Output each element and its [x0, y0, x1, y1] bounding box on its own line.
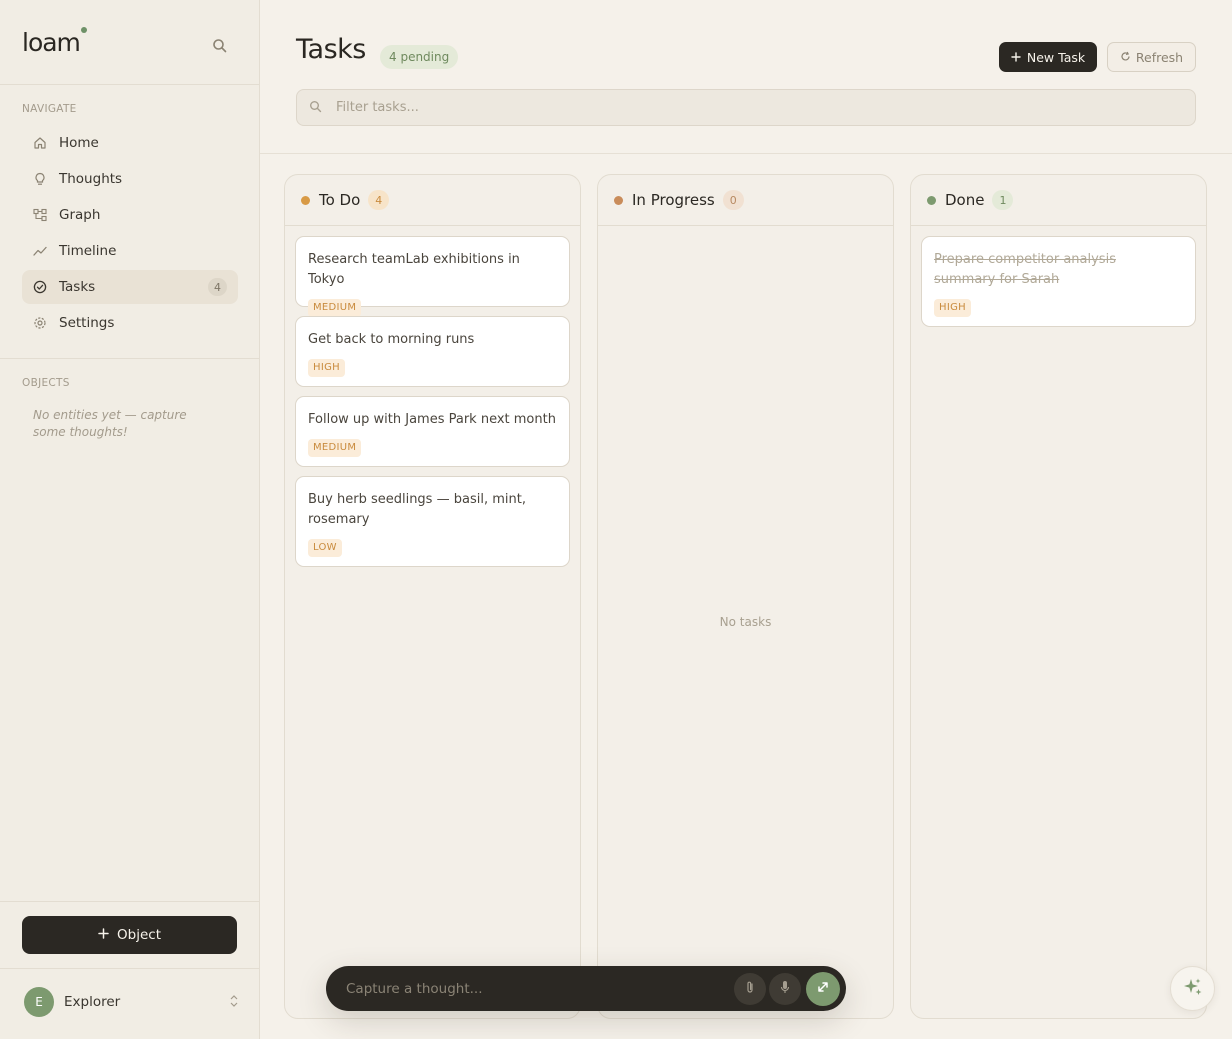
page-title: Tasks	[296, 34, 366, 65]
sidebar-divider	[0, 358, 259, 359]
user-menu[interactable]: E Explorer	[24, 987, 239, 1017]
sidebar-item-timeline[interactable]: Timeline	[22, 234, 238, 268]
sparkles-icon	[1182, 976, 1204, 1002]
lightbulb-icon	[33, 172, 47, 186]
sidebar-item-label: Tasks	[59, 279, 96, 295]
sidebar-item-thoughts[interactable]: Thoughts	[22, 162, 238, 196]
sidebar-divider	[0, 84, 259, 85]
column-count-badge: 0	[722, 190, 744, 210]
check-circle-icon	[33, 280, 47, 294]
paperclip-icon	[744, 979, 756, 998]
filter-tasks-input[interactable]	[336, 100, 1156, 115]
ai-assistant-button[interactable]	[1170, 966, 1215, 1011]
plus-icon	[1011, 50, 1021, 65]
priority-badge: HIGH	[308, 359, 345, 377]
brand-name: loam	[22, 28, 81, 57]
attach-button[interactable]	[734, 972, 766, 1005]
new-task-label: New Task	[1026, 49, 1086, 65]
task-card[interactable]: Get back to morning runs HIGH	[295, 316, 570, 387]
task-card[interactable]: Buy herb seedlings — basil, mint, rosema…	[295, 476, 570, 567]
microphone-icon	[779, 979, 791, 998]
column-count-badge: 4	[368, 190, 390, 210]
sidebar-item-label: Graph	[59, 207, 101, 223]
sidebar-divider	[0, 968, 259, 969]
task-text: Buy herb seedlings — basil, mint, rosema…	[308, 492, 526, 527]
sidebar-item-label: Home	[59, 135, 99, 151]
pending-badge: 4 pending	[380, 45, 459, 69]
column-in-progress: In Progress 0 No tasks	[597, 174, 894, 1019]
sidebar-divider	[0, 901, 259, 902]
refresh-label: Refresh	[1135, 49, 1184, 65]
sidebar-item-label: Timeline	[59, 243, 117, 259]
sidebar-item-settings[interactable]: Settings	[22, 306, 238, 340]
priority-badge: LOW	[308, 539, 342, 557]
gear-icon	[33, 316, 47, 330]
capture-bar	[326, 966, 846, 1011]
sidebar-item-home[interactable]: Home	[22, 126, 238, 160]
sidebar-item-label: Thoughts	[59, 171, 123, 187]
column-header: In Progress 0	[598, 175, 893, 226]
new-task-button[interactable]: New Task	[999, 42, 1097, 72]
chevron-up-down-icon	[229, 993, 239, 1012]
brand-logo[interactable]: loam	[22, 27, 87, 58]
task-text: Get back to morning runs	[308, 332, 475, 347]
plus-icon	[98, 927, 109, 943]
expand-button[interactable]	[806, 971, 840, 1006]
navigate-heading: NAVIGATE	[22, 103, 77, 115]
task-card[interactable]: Research teamLab exhibitions in Tokyo ME…	[295, 236, 570, 317]
graph-icon	[33, 208, 47, 222]
empty-column-message: No tasks	[719, 615, 772, 629]
column-header: To Do 4	[285, 175, 580, 226]
user-name: Explorer	[64, 994, 121, 1010]
filter-bar	[296, 89, 1196, 126]
sidebar-nav: Home Thoughts Graph Timeline Tasks 4 Set…	[22, 126, 238, 342]
sidebar: loam NAVIGATE Home Thoughts Graph Timeli…	[0, 0, 260, 1039]
avatar: E	[24, 987, 54, 1017]
brand-dot	[80, 27, 87, 33]
column-title: To Do	[319, 191, 361, 209]
status-dot	[614, 195, 623, 205]
task-text: Follow up with James Park next month	[308, 412, 556, 427]
task-card[interactable]: Follow up with James Park next month MED…	[295, 396, 570, 467]
sidebar-item-tasks[interactable]: Tasks 4	[22, 270, 238, 304]
task-text: Research teamLab exhibitions in Tokyo	[308, 252, 520, 287]
priority-badge: MEDIUM	[308, 439, 362, 457]
search-icon[interactable]	[210, 36, 230, 56]
task-card[interactable]: Prepare competitor analysis summary for …	[921, 236, 1196, 327]
voice-button[interactable]	[769, 972, 801, 1005]
home-icon	[33, 136, 47, 150]
priority-badge: HIGH	[934, 299, 971, 317]
main-header: Tasks 4 pending New Task Refresh	[260, 0, 1232, 154]
priority-badge: MEDIUM	[308, 299, 362, 317]
column-todo: To Do 4 Research teamLab exhibitions in …	[284, 174, 581, 1019]
search-icon	[309, 98, 322, 117]
column-header: Done 1	[911, 175, 1206, 226]
expand-icon	[816, 979, 830, 998]
task-text: Prepare competitor analysis summary for …	[934, 252, 1116, 287]
capture-thought-input[interactable]	[346, 980, 734, 997]
sidebar-item-label: Settings	[59, 315, 115, 331]
column-done: Done 1 Prepare competitor analysis summa…	[910, 174, 1207, 1019]
status-dot	[301, 195, 310, 205]
refresh-icon	[1120, 50, 1131, 65]
add-object-label: Object	[117, 927, 161, 943]
refresh-button[interactable]: Refresh	[1107, 42, 1196, 72]
status-dot	[927, 195, 936, 205]
column-count-badge: 1	[992, 190, 1014, 210]
timeline-icon	[33, 244, 47, 258]
objects-heading: OBJECTS	[22, 377, 70, 389]
objects-empty-message: No entities yet — capture some thoughts!	[33, 408, 187, 439]
tasks-count-badge: 4	[208, 278, 227, 296]
sidebar-item-graph[interactable]: Graph	[22, 198, 238, 232]
column-title: In Progress	[632, 191, 715, 209]
add-object-button[interactable]: Object	[22, 916, 237, 954]
column-title: Done	[945, 191, 985, 209]
